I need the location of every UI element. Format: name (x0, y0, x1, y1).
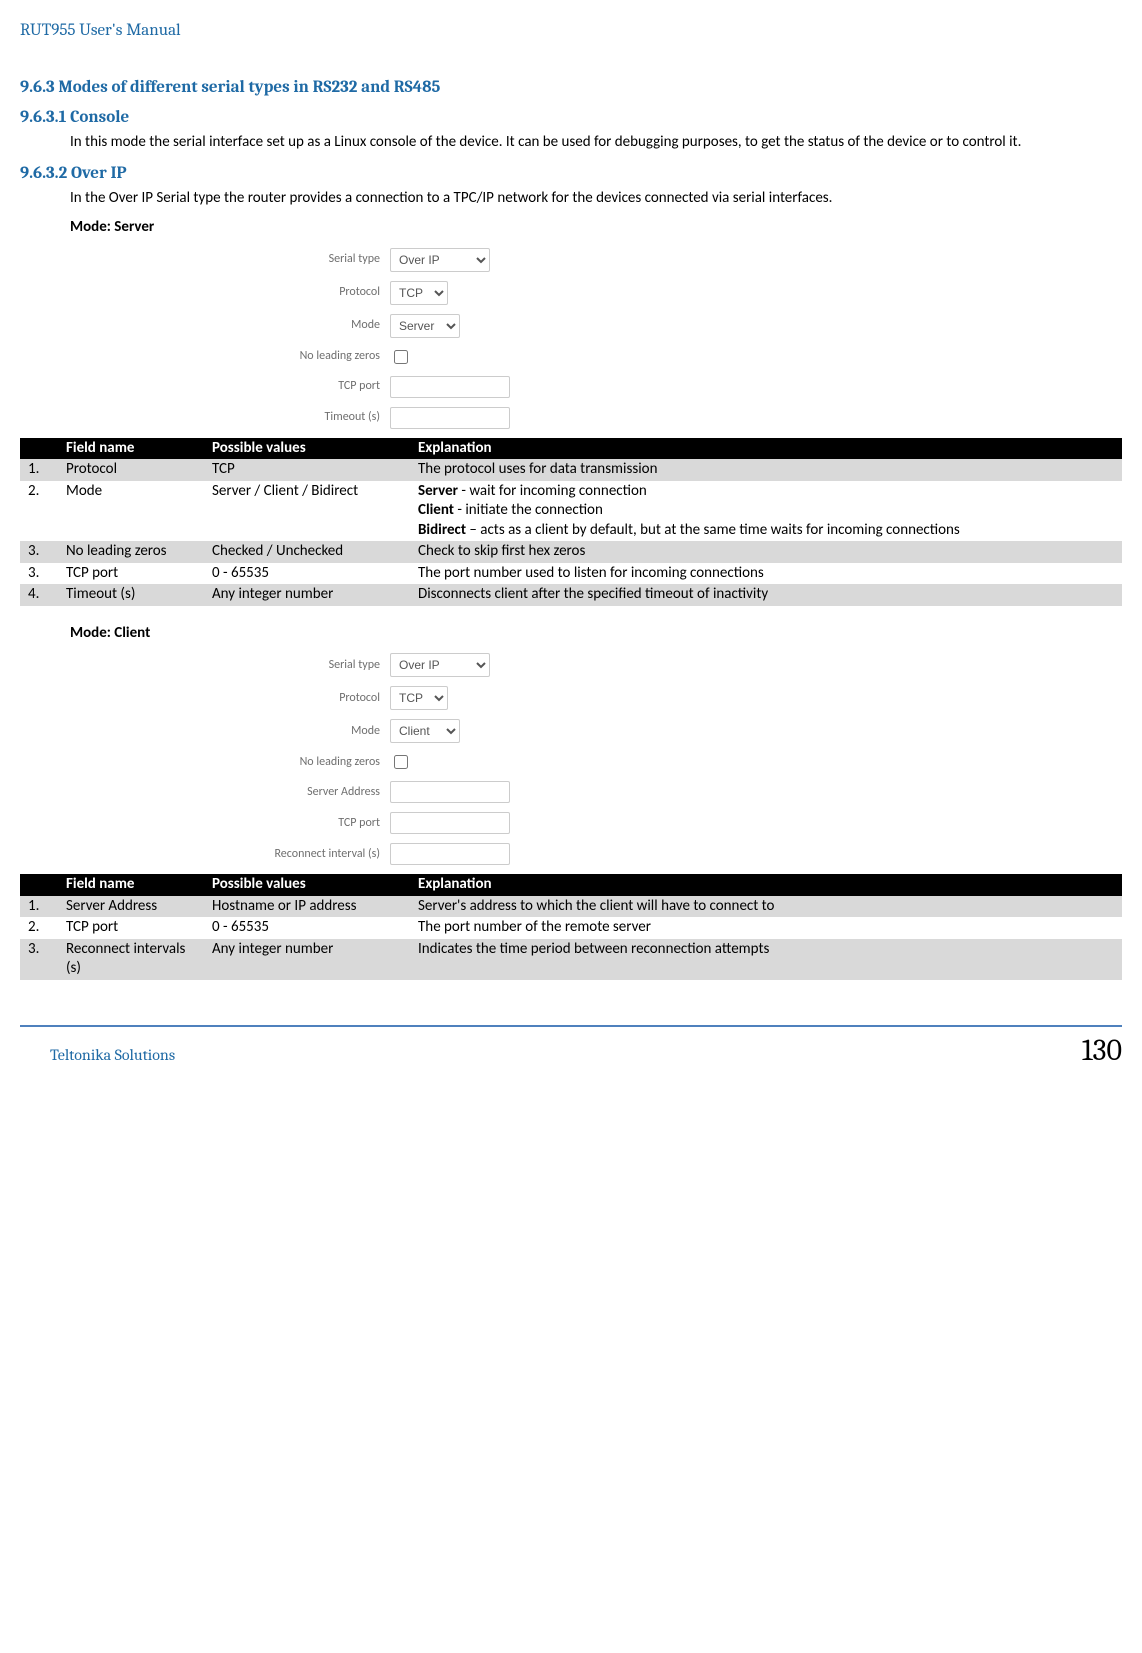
explanation: Disconnects client after the specified t… (410, 584, 1122, 606)
server-address-input[interactable] (390, 781, 510, 803)
table-row: 1.ProtocolTCPThe protocol uses for data … (20, 459, 1122, 481)
row-number: 3. (20, 563, 58, 585)
row-number: 1. (20, 459, 58, 481)
protocol-select[interactable]: TCP (390, 281, 448, 305)
document-header: RUT955 User's Manual (20, 20, 1122, 42)
row-number: 3. (20, 541, 58, 563)
field-name: Server Address (58, 896, 204, 918)
possible-values: Any integer number (204, 584, 410, 606)
server-address-label: Server Address (250, 785, 380, 801)
possible-values: Any integer number (204, 939, 410, 980)
timeout-label: Timeout (s) (250, 410, 380, 426)
col-field: Field name (58, 438, 204, 460)
timeout-input[interactable] (390, 407, 510, 429)
row-number: 4. (20, 584, 58, 606)
row-number: 2. (20, 917, 58, 939)
paragraph-overip: In the Over IP Serial type the router pr… (20, 189, 1122, 209)
mode-server-label: Mode: Server (70, 218, 1122, 238)
col-explanation: Explanation (410, 438, 1122, 460)
mode-select[interactable]: Server (390, 314, 460, 338)
col-possible: Possible values (204, 874, 410, 896)
table-row: 2.ModeServer / Client / BidirectServer -… (20, 481, 1122, 542)
mode-select[interactable]: Client (390, 719, 460, 743)
tcp-port-label: TCP port (250, 379, 380, 395)
table-row: 3.TCP port0 - 65535The port number used … (20, 563, 1122, 585)
tcp-port-input[interactable] (390, 812, 510, 834)
row-number: 1. (20, 896, 58, 918)
field-name: No leading zeros (58, 541, 204, 563)
tcp-port-input[interactable] (390, 376, 510, 398)
heading-9631: 9.6.3.1 Console (20, 107, 1122, 129)
footer-page-number: 130 (1082, 1031, 1122, 1070)
field-name: Timeout (s) (58, 584, 204, 606)
table-row: 2.TCP port0 - 65535The port number of th… (20, 917, 1122, 939)
field-name: Protocol (58, 459, 204, 481)
field-name: Mode (58, 481, 204, 542)
col-num (20, 438, 58, 460)
possible-values: Checked / Unchecked (204, 541, 410, 563)
explanation: The port number used to listen for incom… (410, 563, 1122, 585)
reconnect-interval-label: Reconnect interval (s) (250, 847, 380, 863)
col-num (20, 874, 58, 896)
table-row: 3.No leading zerosChecked / UncheckedChe… (20, 541, 1122, 563)
server-form: Serial type Over IP Protocol TCP Mode Se… (250, 248, 550, 429)
no-leading-zeros-label: No leading zeros (250, 755, 380, 771)
paragraph-console: In this mode the serial interface set up… (20, 133, 1122, 153)
footer-company: Teltonika Solutions (50, 1045, 175, 1066)
explanation: Server - wait for incoming connectionCli… (410, 481, 1122, 542)
protocol-label: Protocol (250, 285, 380, 301)
explanation: Server's address to which the client wil… (410, 896, 1122, 918)
field-name: Reconnect intervals (s) (58, 939, 204, 980)
client-form: Serial type Over IP Protocol TCP Mode Cl… (250, 653, 550, 865)
heading-963: 9.6.3 Modes of different serial types in… (20, 77, 1122, 99)
possible-values: Server / Client / Bidirect (204, 481, 410, 542)
explanation: The protocol uses for data transmission (410, 459, 1122, 481)
no-leading-zeros-checkbox[interactable] (394, 755, 408, 769)
heading-9632: 9.6.3.2 Over IP (20, 163, 1122, 185)
serial-type-select[interactable]: Over IP (390, 248, 490, 272)
reconnect-interval-input[interactable] (390, 843, 510, 865)
col-explanation: Explanation (410, 874, 1122, 896)
no-leading-zeros-checkbox[interactable] (394, 350, 408, 364)
mode-label: Mode (250, 724, 380, 740)
mode-client-label: Mode: Client (70, 624, 1122, 644)
serial-type-label: Serial type (250, 658, 380, 674)
explanation: Check to skip first hex zeros (410, 541, 1122, 563)
possible-values: 0 - 65535 (204, 563, 410, 585)
tcp-port-label: TCP port (250, 816, 380, 832)
serial-type-select[interactable]: Over IP (390, 653, 490, 677)
row-number: 2. (20, 481, 58, 542)
possible-values: TCP (204, 459, 410, 481)
explanation: The port number of the remote server (410, 917, 1122, 939)
row-number: 3. (20, 939, 58, 980)
col-field: Field name (58, 874, 204, 896)
field-name: TCP port (58, 917, 204, 939)
server-param-table: Field name Possible values Explanation 1… (20, 438, 1122, 606)
serial-type-label: Serial type (250, 252, 380, 268)
explanation: Indicates the time period between reconn… (410, 939, 1122, 980)
no-leading-zeros-label: No leading zeros (250, 349, 380, 365)
protocol-label: Protocol (250, 691, 380, 707)
table-row: 1.Server AddressHostname or IP addressSe… (20, 896, 1122, 918)
table-row: 3.Reconnect intervals (s)Any integer num… (20, 939, 1122, 980)
table-row: 4.Timeout (s)Any integer numberDisconnec… (20, 584, 1122, 606)
protocol-select[interactable]: TCP (390, 686, 448, 710)
field-name: TCP port (58, 563, 204, 585)
col-possible: Possible values (204, 438, 410, 460)
page-footer: Teltonika Solutions 130 (20, 1027, 1122, 1070)
client-param-table: Field name Possible values Explanation 1… (20, 874, 1122, 980)
possible-values: 0 - 65535 (204, 917, 410, 939)
mode-label: Mode (250, 318, 380, 334)
possible-values: Hostname or IP address (204, 896, 410, 918)
